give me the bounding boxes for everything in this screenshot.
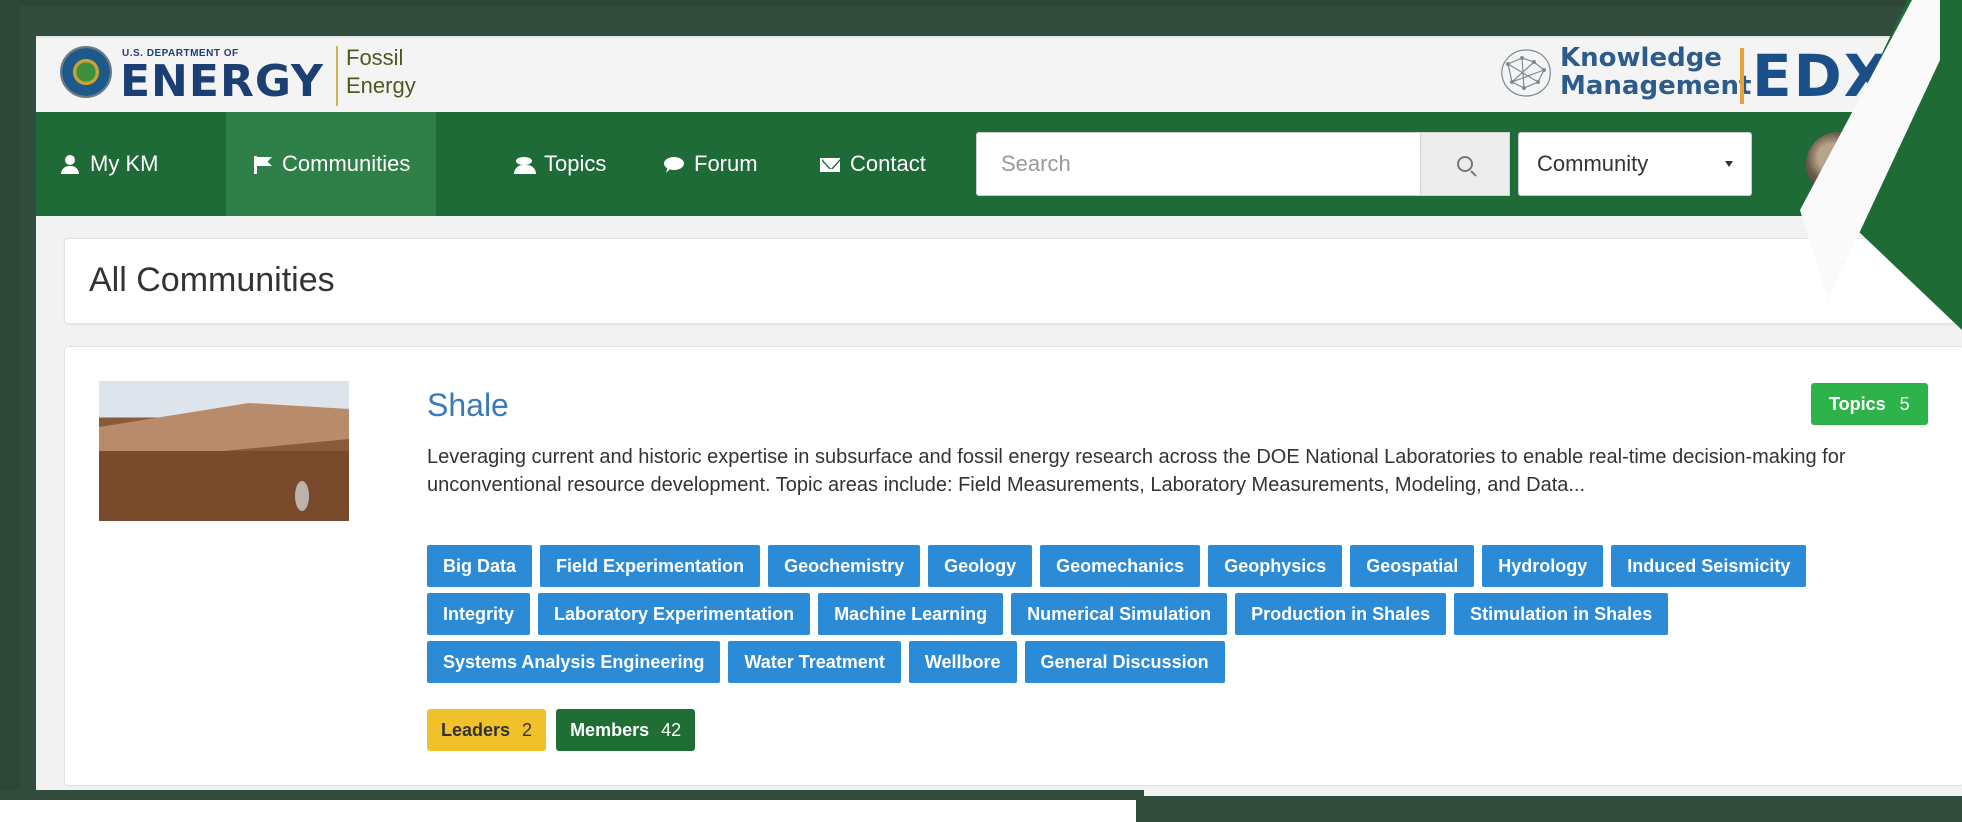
envelope-icon: [820, 154, 840, 174]
leaders-badge[interactable]: Leaders 2: [427, 709, 547, 751]
nav-contact[interactable]: Contact: [796, 112, 950, 216]
topic-tag[interactable]: Big Data: [427, 545, 533, 587]
topic-tag[interactable]: Water Treatment: [728, 641, 901, 683]
community-card: Shale Leveraging current and historic ex…: [64, 346, 1962, 786]
chat-bubble-icon: [664, 154, 684, 174]
topic-tag[interactable]: Geophysics: [1208, 545, 1343, 587]
topic-tag[interactable]: Hydrology: [1482, 545, 1604, 587]
logo-divider: [336, 46, 338, 106]
energy-label: Energy: [346, 73, 416, 98]
brand-bar: U.S. DEPARTMENT OF ENERGY Fossil Energy: [36, 36, 1962, 112]
search-scope-select[interactable]: Community: [1518, 132, 1752, 196]
topic-tag[interactable]: Systems Analysis Engineering: [427, 641, 721, 683]
brain-network-icon: [1501, 49, 1551, 97]
community-thumbnail[interactable]: [99, 381, 349, 521]
user-icon: [60, 154, 80, 174]
km-line-1: Knowledge: [1560, 43, 1722, 73]
topic-tag[interactable]: Geospatial: [1350, 545, 1475, 587]
topic-tag[interactable]: Induced Seismicity: [1611, 545, 1807, 587]
nav-communities[interactable]: Communities: [226, 112, 437, 216]
page-title-panel: All Communities: [64, 238, 1962, 324]
thumbnail-building-wall: [99, 451, 349, 521]
knowledge-management-logo[interactable]: Knowledge Management: [1560, 44, 1751, 100]
topics-count-badge[interactable]: Topics 5: [1811, 383, 1928, 425]
topic-tag[interactable]: Geomechanics: [1040, 545, 1201, 587]
topic-tag[interactable]: Production in Shales: [1235, 593, 1447, 635]
edx-divider: [1740, 48, 1744, 104]
topics-badge-count: 5: [1899, 393, 1910, 414]
nav-communities-label: Communities: [282, 151, 411, 176]
topic-tag[interactable]: Numerical Simulation: [1011, 593, 1228, 635]
page-title: All Communities: [89, 261, 335, 299]
topic-tag[interactable]: Field Experimentation: [540, 545, 761, 587]
topic-tag[interactable]: Integrity: [427, 593, 531, 635]
topics-badge-label: Topics: [1829, 393, 1886, 414]
topic-tag[interactable]: General Discussion: [1024, 641, 1225, 683]
nav-forum-label: Forum: [694, 151, 758, 176]
topic-tag[interactable]: Stimulation in Shales: [1454, 593, 1669, 635]
outer-frame: U.S. DEPARTMENT OF ENERGY Fossil Energy: [20, 6, 1962, 822]
nav-contact-label: Contact: [850, 151, 926, 176]
nav-topics[interactable]: Topics: [490, 112, 630, 216]
members-count: 42: [661, 719, 682, 740]
search-button[interactable]: [1420, 132, 1510, 196]
doe-logo-text[interactable]: ENERGY: [120, 56, 324, 107]
community-description: Leveraging current and historic expertis…: [427, 446, 1846, 496]
topic-tag[interactable]: Geology: [928, 545, 1033, 587]
search-scope-value: Community: [1537, 151, 1649, 176]
topic-tag[interactable]: Laboratory Experimentation: [538, 593, 811, 635]
search-icon: [1457, 156, 1473, 172]
fossil-label: Fossil: [346, 45, 404, 70]
members-label: Members: [570, 719, 650, 740]
topic-tag[interactable]: Machine Learning: [818, 593, 1004, 635]
topic-tag-list: Big Data Field Experimentation Geochemis…: [427, 545, 1907, 683]
main-navigation: My KM Communities Topics Forum Contact S…: [36, 112, 1962, 216]
nav-my-km[interactable]: My KM: [36, 112, 182, 216]
km-line-2: Management: [1560, 71, 1752, 101]
browser-viewport: U.S. DEPARTMENT OF ENERGY Fossil Energy: [36, 36, 1962, 796]
nav-forum[interactable]: Forum: [640, 112, 782, 216]
overlay-panel: [0, 800, 1136, 822]
flag-icon: [252, 154, 272, 174]
thumbnail-detail: [295, 481, 309, 511]
doe-seal-icon[interactable]: [60, 46, 112, 98]
nav-my-km-label: My KM: [90, 151, 159, 176]
community-stats: Leaders 2 Members 42: [427, 709, 696, 751]
caret-down-icon: [1725, 161, 1733, 167]
topic-tag[interactable]: Wellbore: [908, 641, 1017, 683]
users-icon: [514, 154, 536, 174]
nav-topics-label: Topics: [544, 151, 607, 176]
fossil-energy-label: Fossil Energy: [346, 44, 416, 100]
community-title-link[interactable]: Shale: [427, 387, 509, 424]
members-badge[interactable]: Members 42: [556, 709, 696, 751]
leaders-label: Leaders: [441, 719, 511, 740]
leaders-count: 2: [522, 719, 533, 740]
topic-tag[interactable]: Geochemistry: [768, 545, 921, 587]
